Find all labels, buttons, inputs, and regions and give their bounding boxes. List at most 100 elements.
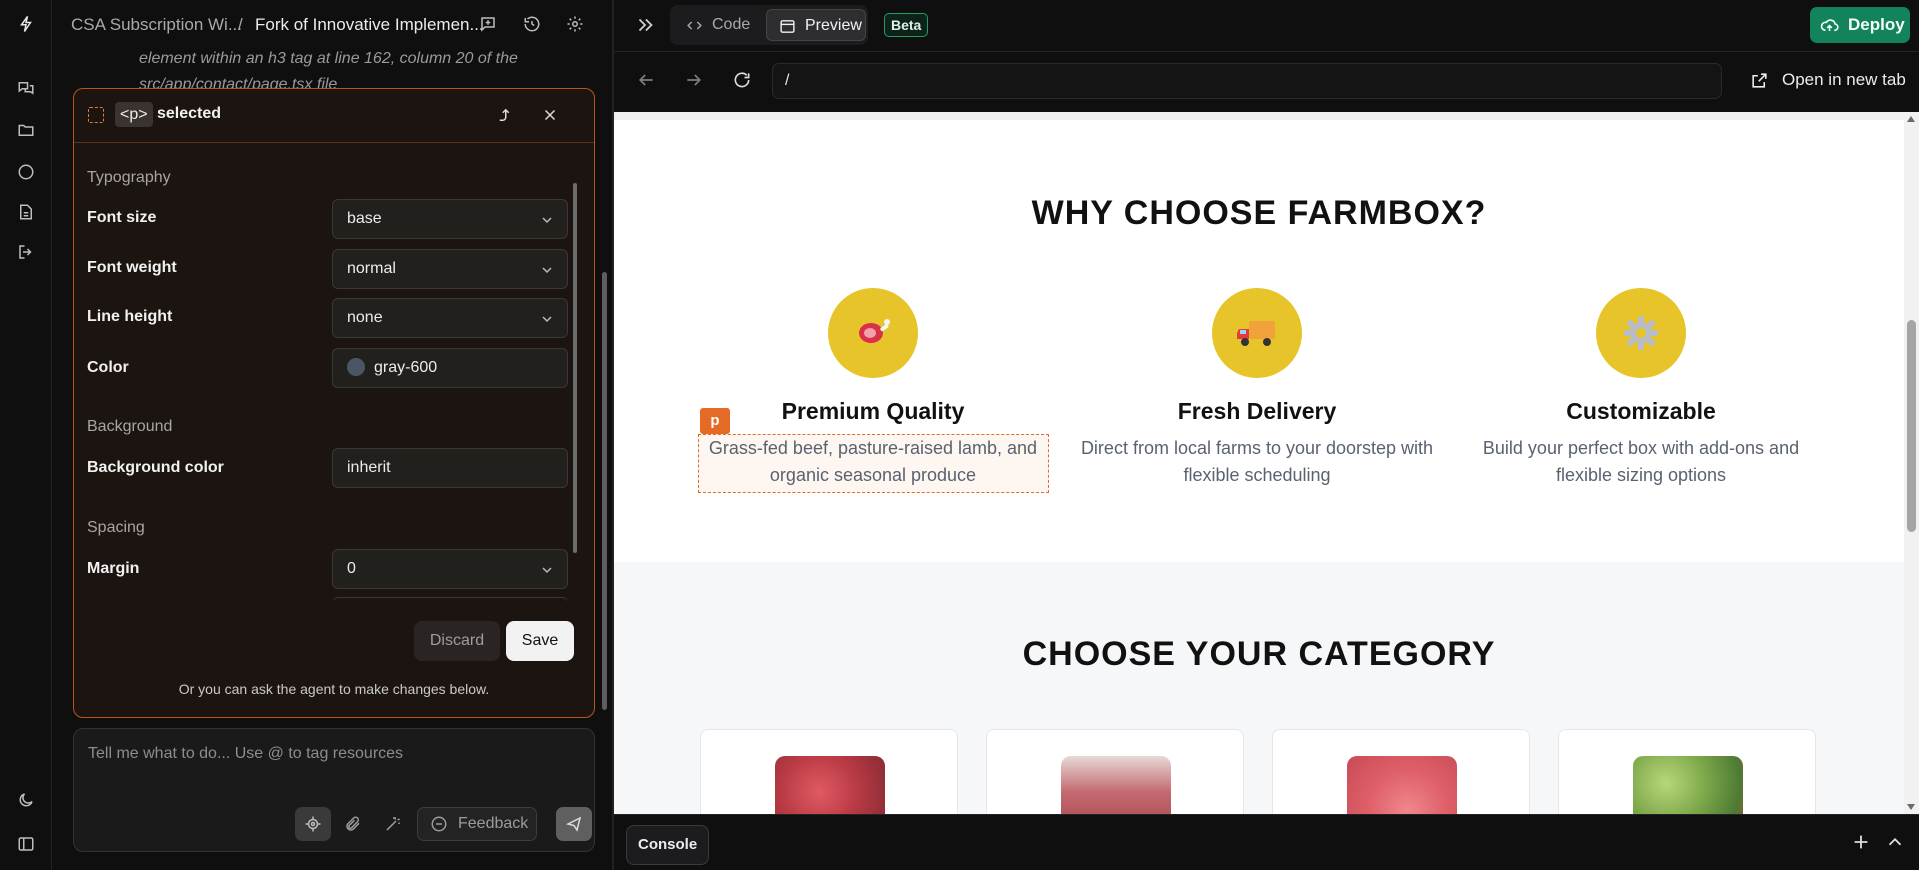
selection-icon: [88, 107, 104, 123]
chat-name[interactable]: Fork of Innovative Implemen...: [255, 15, 484, 35]
cloud-upload-icon: [1820, 19, 1839, 32]
console-button[interactable]: Console: [626, 825, 710, 865]
background-color-input[interactable]: inherit: [332, 448, 568, 488]
deploy-button[interactable]: Deploy: [1810, 7, 1910, 43]
category-image: [1061, 756, 1171, 814]
category-heading: CHOOSE YOUR CATEGORY: [1022, 635, 1496, 673]
meat-icon: [828, 288, 918, 378]
feedback-icon: [431, 816, 447, 832]
font-size-value: base: [347, 210, 382, 227]
open-new-tab-label: Open in new tab: [1782, 70, 1906, 89]
gear-icon: [1596, 288, 1686, 378]
target-select-icon[interactable]: [295, 807, 331, 841]
folder-icon[interactable]: [14, 118, 38, 142]
delivery-truck-icon: [1212, 288, 1302, 378]
theme-moon-icon[interactable]: [14, 788, 38, 812]
feature-description[interactable]: Grass-fed beef, pasture-raised lamb, and…: [693, 435, 1053, 489]
preview-tab[interactable]: Preview: [766, 9, 866, 41]
feedback-button[interactable]: Feedback: [417, 807, 537, 841]
feature-title: Premium Quality: [781, 398, 965, 424]
category-card[interactable]: [700, 729, 958, 814]
docs-icon[interactable]: [14, 200, 38, 224]
code-icon: [687, 21, 702, 30]
category-card[interactable]: [1272, 729, 1530, 814]
history-icon[interactable]: [520, 12, 544, 36]
close-icon[interactable]: [539, 104, 561, 126]
code-tab[interactable]: Code: [674, 9, 764, 41]
background-color-value: inherit: [347, 459, 391, 476]
section-background: Background: [87, 418, 173, 435]
chevron-down-icon: [542, 217, 552, 224]
color-label: Color: [87, 359, 129, 376]
chevron-down-icon: [542, 316, 552, 323]
next-control-edge: [332, 597, 568, 605]
margin-select[interactable]: 0: [332, 549, 568, 589]
refresh-icon[interactable]: [732, 70, 752, 90]
save-button[interactable]: Save: [506, 621, 574, 661]
breadcrumb-separator: /: [238, 15, 243, 34]
preview-panel: Code Preview Beta Deploy / Open in new t…: [614, 0, 1919, 870]
beta-badge: Beta: [884, 13, 929, 37]
viewport-scrollbar[interactable]: [1904, 112, 1919, 814]
browser-window-icon: [780, 20, 795, 33]
font-weight-label: Font weight: [87, 259, 177, 276]
external-link-icon: [1752, 73, 1767, 88]
selected-tag-chip: <p>: [115, 102, 153, 127]
section-typography: Typography: [87, 169, 171, 186]
chat-header: CSA Subscription Wi... / Fork of Innovat…: [53, 0, 613, 48]
open-in-new-tab-link[interactable]: Open in new tab: [1750, 70, 1906, 90]
settings-gear-icon[interactable]: [563, 12, 587, 36]
category-image: [775, 756, 885, 814]
plus-icon[interactable]: [1850, 831, 1872, 853]
category-card[interactable]: [986, 729, 1244, 814]
discard-button[interactable]: Discard: [414, 621, 500, 661]
feature-title: Fresh Delivery: [1177, 398, 1337, 424]
chat-edit-icon[interactable]: [476, 12, 500, 36]
console-bar: Console: [614, 814, 1919, 870]
select-parent-icon[interactable]: [494, 104, 516, 126]
font-weight-select[interactable]: normal: [332, 249, 568, 289]
preview-toolbar: Code Preview Beta Deploy: [614, 0, 1919, 52]
font-size-label: Font size: [87, 209, 157, 226]
color-picker[interactable]: gray-600: [332, 348, 568, 388]
code-tab-label: Code: [712, 16, 751, 33]
attach-icon[interactable]: [335, 807, 371, 841]
margin-label: Margin: [87, 560, 140, 577]
chats-icon[interactable]: [14, 76, 38, 100]
project-name[interactable]: CSA Subscription Wi...: [71, 15, 242, 35]
sidebar-toggle-icon[interactable]: [14, 832, 38, 856]
expand-chevrons-icon[interactable]: [634, 14, 656, 36]
support-chat-icon[interactable]: [14, 160, 38, 184]
bolt-logo-icon[interactable]: [14, 12, 38, 36]
enhance-prompt-icon[interactable]: [375, 807, 411, 841]
color-value: gray-600: [374, 359, 438, 376]
chat-panel: CSA Subscription Wi... / Fork of Innovat…: [53, 0, 613, 870]
composer-input[interactable]: Tell me what to do... Use @ to tag resou…: [88, 745, 403, 763]
category-image: [1633, 756, 1743, 814]
feature-title: Customizable: [1566, 398, 1716, 424]
section-top-band: [614, 112, 1904, 120]
feature-description: Build your perfect box with add-ons and …: [1482, 438, 1800, 485]
site-viewport[interactable]: WHY CHOOSE FARMBOX? p Premium Quality Gr…: [614, 112, 1904, 814]
chevron-down-icon: [542, 567, 552, 574]
sign-out-icon[interactable]: [14, 240, 38, 264]
inspector-header: <p> selected: [74, 89, 594, 143]
inspector-scrollbar[interactable]: [572, 171, 578, 606]
line-height-value: none: [347, 309, 383, 326]
chat-composer[interactable]: Tell me what to do... Use @ to tag resou…: [73, 728, 595, 852]
margin-value: 0: [347, 560, 356, 577]
color-swatch: [347, 358, 365, 376]
line-height-select[interactable]: none: [332, 298, 568, 338]
send-button[interactable]: [556, 807, 592, 841]
why-choose-heading: WHY CHOOSE FARMBOX?: [1031, 194, 1487, 232]
url-bar[interactable]: /: [772, 63, 1722, 99]
chevron-up-icon[interactable]: [1884, 831, 1906, 853]
font-weight-value: normal: [347, 260, 396, 277]
category-card[interactable]: [1558, 729, 1816, 814]
back-arrow-icon[interactable]: [636, 70, 656, 90]
element-inspector: <p> selected Typography Font size base F…: [73, 88, 595, 718]
inspector-hint: Or you can ask the agent to make changes…: [178, 681, 490, 697]
font-size-select[interactable]: base: [332, 199, 568, 239]
chat-scrollbar[interactable]: [601, 52, 609, 722]
forward-arrow-icon[interactable]: [684, 70, 704, 90]
